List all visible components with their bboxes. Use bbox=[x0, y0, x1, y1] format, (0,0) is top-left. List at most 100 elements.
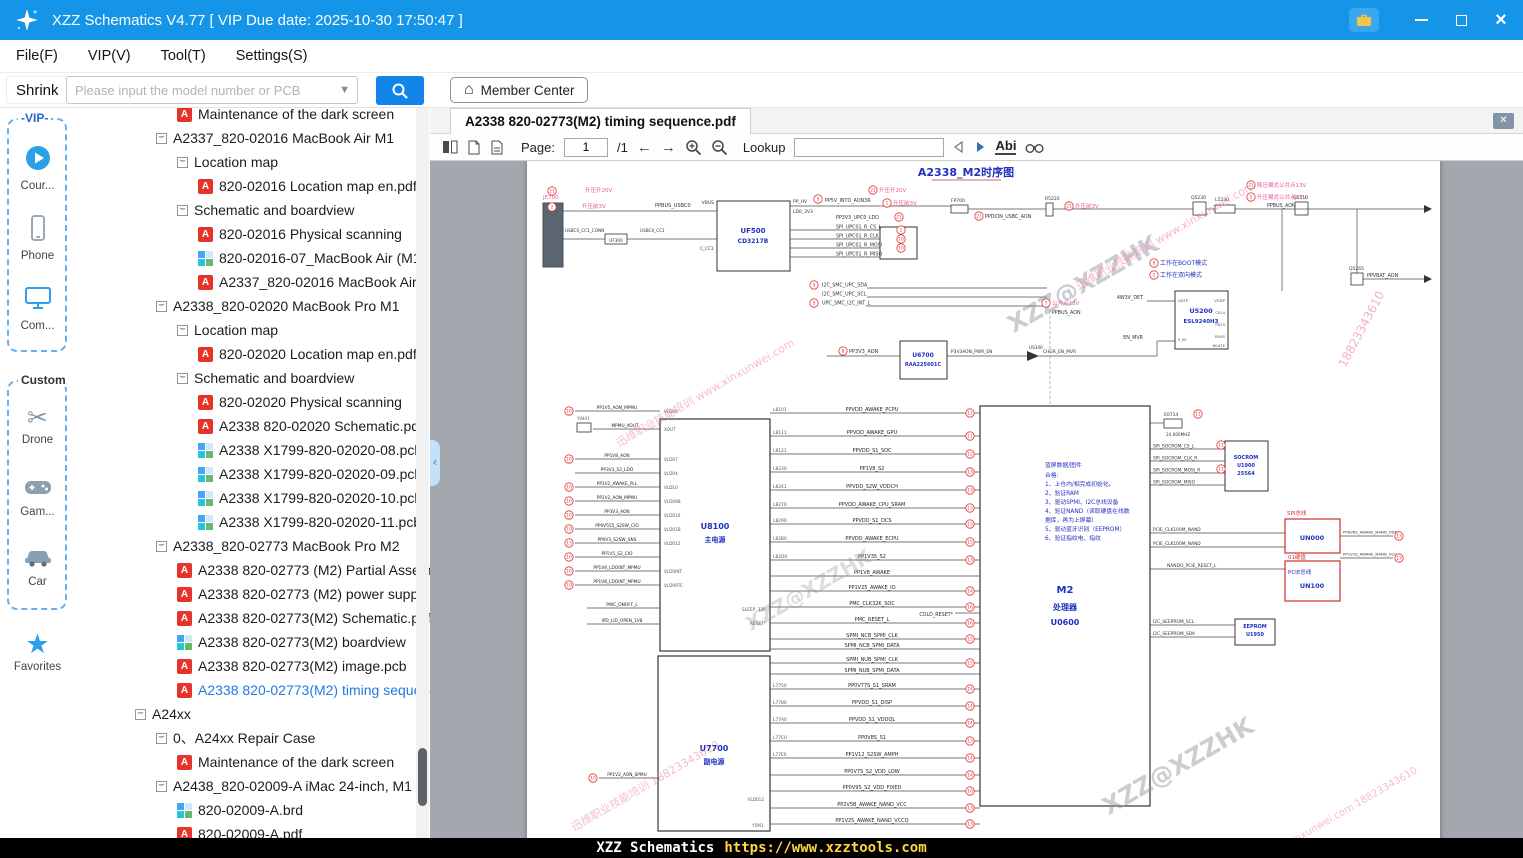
tree-item[interactable]: A Maintenance of the dark screen bbox=[75, 108, 430, 126]
tree-item[interactable]: A Maintenance of the dark screen bbox=[75, 750, 430, 774]
tree-item[interactable]: A A2338 820-02773 (M2) Partial Assembly bbox=[75, 558, 430, 582]
tree-item[interactable]: A2338 X1799-820-02020-10.pcb bbox=[75, 486, 430, 510]
svg-text:8: 8 bbox=[842, 349, 845, 355]
tree-collapse-icon[interactable]: − bbox=[135, 708, 146, 720]
tree-collapse-icon[interactable]: − bbox=[156, 132, 167, 144]
sidebar-item-courses[interactable]: Cour... bbox=[0, 144, 75, 192]
tree-collapse-icon[interactable]: − bbox=[156, 540, 167, 552]
lookup-input[interactable] bbox=[794, 137, 945, 157]
tree-item[interactable]: 820-02016-07_MacBook Air (M1) bbox=[75, 246, 430, 270]
tree-item[interactable]: 820-02009-A.brd bbox=[75, 798, 430, 822]
svg-text:SPI_SOCROM_MOSI_R: SPI_SOCROM_MOSI_R bbox=[1153, 468, 1200, 474]
svg-text:PP3V3_AON: PP3V3_AON bbox=[604, 509, 629, 515]
svg-text:PWC_ONOFF_L: PWC_ONOFF_L bbox=[606, 602, 638, 608]
svg-text:13: 13 bbox=[967, 558, 973, 564]
svg-text:FB15: FB15 bbox=[1215, 322, 1225, 327]
tree-item[interactable]: A A2338 820-02020 Schematic.pdf bbox=[75, 414, 430, 438]
tree-item[interactable]: A A2338 820-02773(M2) timing sequence.pdf bbox=[75, 678, 430, 702]
tree-collapse-icon[interactable]: − bbox=[156, 300, 167, 312]
svg-text:www.xinxunwei.com 18823343610: www.xinxunwei.com 18823343610 bbox=[1262, 765, 1419, 838]
tree-item[interactable]: A A2338 820-02773(M2) Schematic.pdf bbox=[75, 606, 430, 630]
svg-text:9: 9 bbox=[813, 283, 816, 289]
zoom-in-icon[interactable] bbox=[685, 139, 702, 156]
maximize-button[interactable] bbox=[1447, 6, 1475, 34]
tree-collapse-icon[interactable]: − bbox=[177, 156, 188, 168]
tree-item[interactable]: − Schematic and boardview bbox=[75, 366, 430, 390]
close-document-icon[interactable]: ✕ bbox=[1493, 113, 1514, 129]
tree-collapse-icon[interactable]: − bbox=[177, 204, 188, 216]
tree-item[interactable]: − A24xx bbox=[75, 702, 430, 726]
tree-item[interactable]: A A2338 820-02773 (M2) power supply bbox=[75, 582, 430, 606]
tree-item[interactable]: − A2337_820-02016 MacBook Air M1 bbox=[75, 126, 430, 150]
search-input[interactable] bbox=[67, 77, 357, 103]
sidebar-item-phone[interactable]: Phone bbox=[0, 214, 75, 262]
tree-item-label: A2338 X1799-820-02020-08.pcb bbox=[219, 442, 423, 458]
minimize-button[interactable] bbox=[1407, 6, 1435, 34]
menu-vip[interactable]: VIP(V) bbox=[88, 48, 131, 64]
tree-collapse-icon[interactable]: − bbox=[177, 372, 188, 384]
tree-item[interactable]: − A2338_820-02773 MacBook Pro M2 bbox=[75, 534, 430, 558]
member-center-button[interactable]: ⌂ Member Center bbox=[450, 77, 589, 103]
svg-text:8: 8 bbox=[1153, 261, 1156, 267]
shrink-button[interactable]: Shrink bbox=[6, 76, 69, 104]
tree-item[interactable]: A A2337_820-02016 MacBook Air bbox=[75, 270, 430, 294]
tree-item[interactable]: − Schematic and boardview bbox=[75, 198, 430, 222]
svg-text:NANDO_PCIE_RESET_L: NANDO_PCIE_RESET_L bbox=[1167, 563, 1217, 569]
continuous-view-icon[interactable] bbox=[490, 140, 504, 155]
tree-item[interactable]: A 820-02020 Physical scanning bbox=[75, 390, 430, 414]
previous-page-icon[interactable]: ← bbox=[637, 139, 652, 156]
tree-item[interactable]: − A2438_820-02009-A iMac 24-inch, M1 bbox=[75, 774, 430, 798]
svg-text:PP3V3_S2_LDO: PP3V3_S2_LDO bbox=[601, 467, 634, 473]
tree-collapse-icon[interactable]: − bbox=[156, 780, 167, 792]
tree-item-label: A2338 820-02773 (M2) Partial Assembly bbox=[198, 562, 430, 578]
pdf-canvas-area[interactable]: A2338_M2时序图 升压升20V 升压前3V JE700 PPBUS_USBC0 VB… bbox=[430, 161, 1523, 838]
tree-item[interactable]: A2338 820-02773(M2) boardview bbox=[75, 630, 430, 654]
tree-item-label: A2338 820-02773(M2) boardview bbox=[198, 634, 406, 650]
tree-item[interactable]: − Location map bbox=[75, 318, 430, 342]
svg-text:SPI_UPC01_R_MOSI: SPI_UPC01_R_MOSI bbox=[836, 243, 882, 249]
tree-item[interactable]: −0、A24xx Repair Case bbox=[75, 726, 430, 750]
menu-settings[interactable]: Settings(S) bbox=[236, 48, 308, 64]
page-number-input[interactable] bbox=[563, 137, 608, 157]
svg-text:14: 14 bbox=[967, 721, 973, 727]
collapse-sidebar-handle[interactable]: ‹ bbox=[430, 440, 440, 486]
tree-scrollbar[interactable] bbox=[416, 108, 429, 838]
find-previous-icon[interactable] bbox=[953, 141, 965, 153]
menu-file[interactable]: File(F) bbox=[16, 48, 58, 64]
tree-item[interactable]: − A2338_820-02020 MacBook Pro M1 bbox=[75, 294, 430, 318]
svg-text:UPC_SMC_I2C_INT_L: UPC_SMC_I2C_INT_L bbox=[822, 301, 871, 307]
zoom-out-icon[interactable] bbox=[711, 139, 728, 156]
tree-item[interactable]: A 820-02020 Location map en.pdf bbox=[75, 342, 430, 366]
binoculars-icon[interactable] bbox=[1025, 141, 1044, 154]
tree-item[interactable]: A2338 X1799-820-02020-09.pcb bbox=[75, 462, 430, 486]
search-button[interactable] bbox=[376, 76, 424, 105]
tree-scrollbar-thumb[interactable] bbox=[418, 748, 427, 806]
single-page-view-icon[interactable] bbox=[467, 140, 481, 155]
match-case-toggle[interactable]: Abi bbox=[995, 139, 1017, 155]
tree-item[interactable]: A 820-02016 Location map en.pdf bbox=[75, 174, 430, 198]
svg-text:2: 2 bbox=[551, 205, 554, 211]
tree-collapse-icon[interactable]: − bbox=[177, 324, 188, 336]
tree-item[interactable]: A 820-02016 Physical scanning bbox=[75, 222, 430, 246]
facing-pages-icon[interactable] bbox=[442, 140, 458, 154]
tree-collapse-icon[interactable]: − bbox=[156, 732, 167, 744]
menu-tool[interactable]: Tool(T) bbox=[161, 48, 206, 64]
close-button[interactable]: × bbox=[1487, 6, 1515, 34]
tree-item[interactable]: A 820-02009-A.pdf bbox=[75, 822, 430, 838]
tree-item[interactable]: A A2338 820-02773(M2) image.pcb bbox=[75, 654, 430, 678]
sidebar-item-game[interactable]: Gam... bbox=[0, 476, 75, 518]
tree-item[interactable]: − Location map bbox=[75, 150, 430, 174]
tree-item[interactable]: A2338 X1799-820-02020-08.pcb bbox=[75, 438, 430, 462]
menubar: File(F) VIP(V) Tool(T) Settings(S) bbox=[0, 40, 1523, 73]
svg-text:9: 9 bbox=[813, 301, 816, 307]
sidebar-item-drone[interactable]: ✂ Drone bbox=[0, 406, 75, 447]
sidebar-item-computer[interactable]: Com... bbox=[0, 284, 75, 332]
next-page-icon[interactable]: → bbox=[661, 139, 676, 156]
document-tab[interactable]: A2338 820-02773(M2) timing sequence.pdf bbox=[450, 108, 751, 134]
svg-text:13: 13 bbox=[1396, 534, 1402, 540]
sidebar-item-favorites[interactable]: ★ Favorites bbox=[0, 631, 75, 674]
vip-briefcase-button[interactable] bbox=[1349, 8, 1379, 32]
sidebar-item-car[interactable]: Car bbox=[0, 546, 75, 588]
find-next-icon[interactable] bbox=[974, 141, 986, 153]
tree-item[interactable]: A2338 X1799-820-02020-11.pcb bbox=[75, 510, 430, 534]
